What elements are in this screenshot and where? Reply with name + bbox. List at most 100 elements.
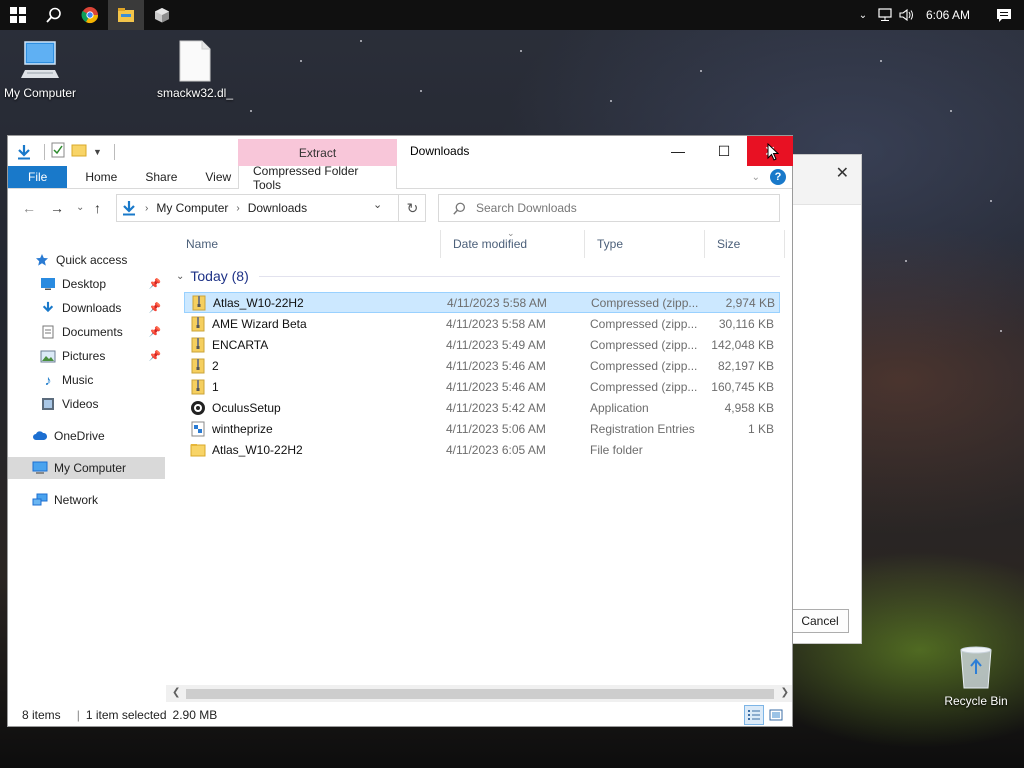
tab-home[interactable]: Home: [67, 166, 131, 188]
nav-downloads[interactable]: Downloads 📌: [8, 297, 165, 319]
tab-file[interactable]: File: [8, 166, 68, 188]
address-history-button[interactable]: ⌄: [373, 198, 382, 211]
minimize-button[interactable]: —: [655, 136, 701, 166]
recent-locations-button[interactable]: ⌄: [76, 202, 84, 213]
up-button[interactable]: ↑: [94, 200, 101, 216]
horizontal-scrollbar[interactable]: ❮ ❯: [166, 685, 792, 702]
column-header-label: Type: [597, 237, 624, 251]
volume-tray-button[interactable]: [896, 8, 918, 22]
taskbar-clock[interactable]: 6:06 AM: [918, 8, 984, 22]
recycle-bin-icon: [960, 646, 992, 689]
tab-compressed-folder-tools[interactable]: Compressed Folder Tools: [238, 164, 397, 192]
file-explorer-icon: [118, 8, 134, 22]
chrome-taskbar-button[interactable]: [72, 0, 108, 30]
status-bar: 8 items | 1 item selected 2.90 MB: [8, 703, 792, 727]
search-input[interactable]: Search Downloads: [476, 201, 577, 215]
forward-button[interactable]: →: [50, 200, 64, 216]
nav-onedrive[interactable]: OneDrive: [8, 425, 165, 447]
download-arrow-icon: [18, 144, 30, 159]
file-row[interactable]: 1 4/11/2023 5:46 AM Compressed (zipp... 160…: [184, 376, 780, 397]
file-date: 4/11/2023 5:58 AM: [447, 295, 547, 310]
tab-share[interactable]: Share: [131, 166, 191, 188]
file-row[interactable]: OculusSetup 4/11/2023 5:42 AM Application 4…: [184, 397, 780, 418]
scroll-right-button[interactable]: ❯: [781, 687, 789, 698]
mouse-cursor: [767, 142, 780, 164]
desktop-icon-label: Recycle Bin: [944, 694, 1008, 708]
maximize-icon: ☐: [717, 142, 731, 159]
breadcrumb-my-computer[interactable]: My Computer: [156, 201, 228, 215]
help-button[interactable]: ?: [770, 169, 786, 185]
maximize-button[interactable]: ☐: [701, 136, 747, 166]
file-date: 4/11/2023 6:05 AM: [446, 442, 546, 457]
file-row[interactable]: wintheprize 4/11/2023 5:06 AM Registration…: [184, 418, 780, 439]
search-button[interactable]: [36, 0, 72, 30]
file-name: 1: [212, 379, 219, 394]
show-hidden-icons-button[interactable]: ⌄: [852, 10, 874, 21]
nav-videos[interactable]: Videos: [8, 393, 165, 415]
cancel-button[interactable]: Cancel: [791, 609, 849, 633]
chevron-down-icon: ⌄: [751, 171, 760, 183]
search-box[interactable]: Search Downloads: [438, 194, 780, 222]
nav-documents[interactable]: Documents 📌: [8, 321, 165, 343]
new-folder-button[interactable]: [71, 143, 87, 160]
file-date: 4/11/2023 5:49 AM: [446, 337, 546, 352]
expand-ribbon-button[interactable]: ⌄: [752, 172, 760, 183]
column-name[interactable]: Name: [174, 230, 441, 258]
file-row[interactable]: AME Wizard Beta 4/11/2023 5:58 AM Compress…: [184, 313, 780, 334]
start-button[interactable]: [0, 0, 36, 30]
file-icon: [179, 40, 211, 82]
desktop-icon-recycle-bin[interactable]: Recycle Bin: [940, 644, 1012, 708]
window-titlebar[interactable]: ▼ Extract Downloads — ☐ ✕: [8, 136, 793, 166]
file-size: 82,197 KB: [717, 358, 774, 373]
item-count: 8 items: [22, 708, 61, 722]
file-row[interactable]: Atlas_W10-22H2 4/11/2023 6:05 AM File fold…: [184, 439, 780, 460]
customize-qat-button[interactable]: ▼: [93, 147, 102, 157]
group-header-today[interactable]: ⌄ Today (8): [174, 266, 780, 286]
desktop-icon-smackw32[interactable]: smackw32.dl_: [150, 40, 240, 100]
scrollbar-thumb[interactable]: [186, 689, 774, 699]
desktop-icon-my-computer[interactable]: My Computer: [2, 40, 78, 100]
network-tray-button[interactable]: [874, 8, 896, 22]
back-button[interactable]: ←: [22, 200, 36, 216]
nav-desktop[interactable]: Desktop 📌: [8, 273, 165, 295]
cursor-arrow-icon: [767, 142, 780, 161]
column-type[interactable]: Type: [585, 230, 705, 258]
file-explorer-taskbar-button[interactable]: [108, 0, 144, 30]
folder-icon: [71, 144, 87, 157]
large-icons-view-button[interactable]: [766, 705, 786, 725]
column-date-modified[interactable]: Date modified ⌄: [441, 228, 585, 258]
nav-pictures[interactable]: Pictures 📌: [8, 345, 165, 367]
context-tab-group-extract[interactable]: Extract: [238, 139, 397, 166]
file-row[interactable]: ENCARTA 4/11/2023 5:49 AM Compressed (zipp…: [184, 334, 780, 355]
nav-music[interactable]: ♪ Music: [8, 369, 165, 391]
nav-network[interactable]: Network: [8, 489, 165, 511]
file-size: 1 KB: [747, 421, 774, 436]
refresh-button[interactable]: ↻: [398, 194, 426, 222]
details-view-button[interactable]: [744, 705, 764, 725]
file-type: Compressed (zipp...: [590, 379, 698, 394]
dialog-close-button[interactable]: ✕: [836, 163, 849, 183]
music-icon: ♪: [44, 372, 52, 388]
download-arrow-icon: [121, 200, 137, 216]
pin-icon: 📌: [148, 350, 161, 362]
package-taskbar-button[interactable]: [144, 0, 180, 30]
properties-button[interactable]: [51, 142, 65, 161]
file-row[interactable]: Atlas_W10-22H2 4/11/2023 5:58 AM Compresse…: [184, 292, 780, 313]
nav-quick-access[interactable]: Quick access: [8, 249, 165, 271]
file-name: Atlas_W10-22H2: [213, 295, 304, 310]
nav-label: Network: [54, 493, 99, 507]
action-center-button[interactable]: [984, 0, 1024, 30]
column-size[interactable]: Size: [705, 230, 785, 258]
nav-my-computer[interactable]: My Computer: [8, 457, 165, 479]
file-name: AME Wizard Beta: [212, 316, 307, 331]
breadcrumb-downloads[interactable]: Downloads: [248, 201, 307, 215]
group-label: Today (8): [190, 268, 249, 284]
pin-icon: 📌: [148, 302, 161, 314]
network-icon: [32, 492, 48, 508]
file-row[interactable]: 2 4/11/2023 5:46 AM Compressed (zipp... 82,…: [184, 355, 780, 376]
toolbar-divider: [113, 143, 115, 160]
file-date: 4/11/2023 5:46 AM: [446, 358, 546, 373]
cloud-icon: [32, 428, 48, 444]
scroll-left-button[interactable]: ❮: [172, 687, 180, 698]
desktop-icon: [40, 276, 56, 292]
